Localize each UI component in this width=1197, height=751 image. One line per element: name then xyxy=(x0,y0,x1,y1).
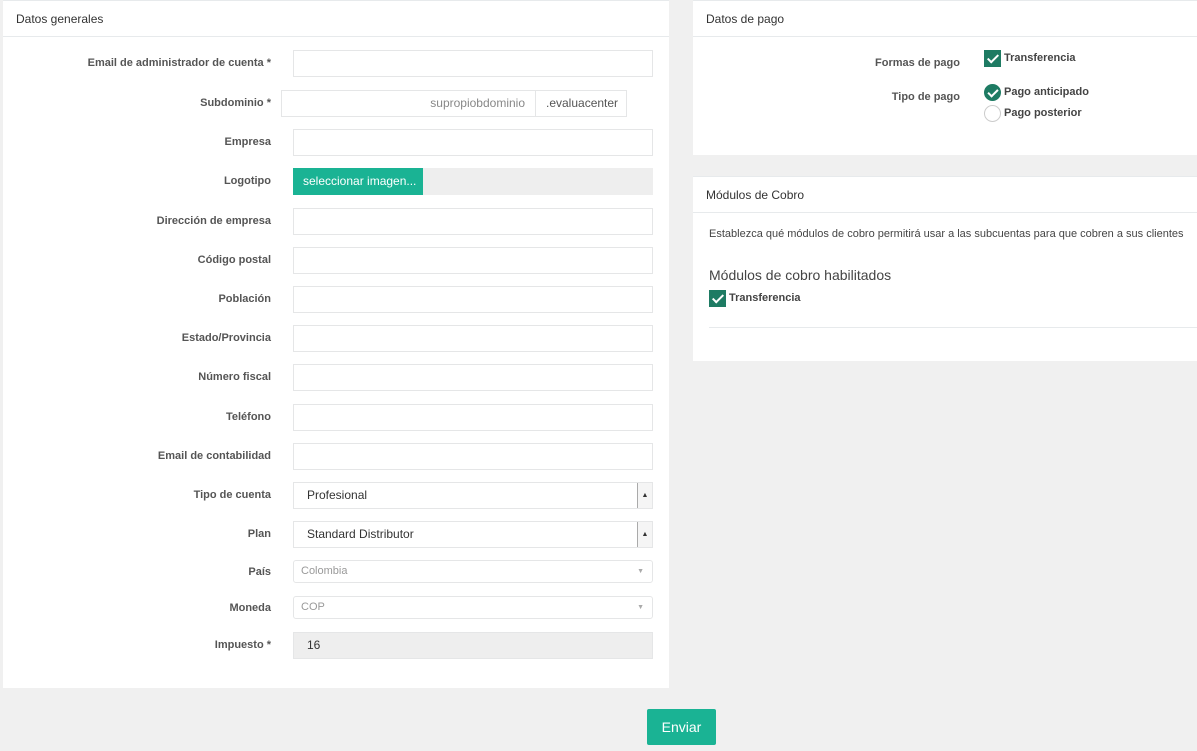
payment-type-later-label: Pago posterior xyxy=(1004,107,1082,119)
chevron-down-icon: ▼ xyxy=(637,568,644,575)
tax-row: Impuesto * 16 xyxy=(3,632,669,659)
country-select[interactable]: Colombia ▼ xyxy=(293,560,653,583)
billing-modules-title: Módulos de Cobro xyxy=(693,176,1197,213)
logo-label: Logotipo xyxy=(223,175,271,187)
phone-input[interactable] xyxy=(293,404,653,431)
company-label: Empresa xyxy=(224,136,271,148)
tax-number-input[interactable] xyxy=(293,364,653,391)
city-row: Población xyxy=(3,286,669,313)
accounting-email-input[interactable] xyxy=(293,443,653,470)
address-label: Dirección de empresa xyxy=(156,215,271,227)
plan-row: Plan Standard Distributor ▲ xyxy=(3,521,669,548)
billing-modules-description: Establezca qué módulos de cobro permitir… xyxy=(709,228,1184,240)
checkbox-checked-icon[interactable] xyxy=(709,290,726,307)
company-input[interactable] xyxy=(293,129,653,156)
phone-label: Teléfono xyxy=(225,411,271,423)
module-transfer[interactable]: Transferencia xyxy=(709,290,801,307)
email-admin-row: Email de administrador de cuenta * xyxy=(3,50,669,77)
chevron-down-icon: ▼ xyxy=(637,604,644,611)
plan-value: Standard Distributor xyxy=(307,527,414,541)
phone-row: Teléfono xyxy=(3,404,669,431)
radio-checked-icon[interactable] xyxy=(984,84,1001,101)
general-data-title: Datos generales xyxy=(3,0,669,37)
payment-methods-label: Formas de pago xyxy=(875,57,960,69)
plan-label: Plan xyxy=(247,528,271,540)
logo-file-input[interactable]: seleccionar imagen... xyxy=(293,168,653,195)
currency-value: COP xyxy=(301,601,325,613)
select-image-button[interactable]: seleccionar imagen... xyxy=(293,168,423,195)
account-type-select[interactable]: Profesional ▲ xyxy=(293,482,653,509)
postal-row: Código postal xyxy=(3,247,669,274)
subdomain-suffix: .evaluacenter xyxy=(535,90,627,117)
account-type-row: Tipo de cuenta Profesional ▲ xyxy=(3,482,669,509)
country-value: Colombia xyxy=(301,565,348,577)
accounting-email-row: Email de contabilidad xyxy=(3,443,669,470)
radio-unchecked-icon[interactable] xyxy=(984,105,1001,122)
billing-modules-panel: Módulos de Cobro Establezca qué módulos … xyxy=(693,176,1197,361)
email-admin-input[interactable] xyxy=(293,50,653,77)
dropdown-arrow-icon[interactable]: ▲ xyxy=(637,483,652,508)
enabled-modules-heading: Módulos de cobro habilitados xyxy=(709,267,892,283)
address-row: Dirección de empresa xyxy=(3,208,669,235)
state-input[interactable] xyxy=(293,325,653,352)
postal-input[interactable] xyxy=(293,247,653,274)
payment-data-title: Datos de pago xyxy=(693,0,1197,37)
subdomain-row: Subdominio * supropiobdominio .evaluacen… xyxy=(3,90,669,117)
tax-number-row: Número fiscal xyxy=(3,364,669,391)
currency-row: Moneda COP ▼ xyxy=(3,596,669,623)
country-label: País xyxy=(248,566,271,578)
state-label: Estado/Provincia xyxy=(181,332,271,344)
country-row: País Colombia ▼ xyxy=(3,560,669,587)
currency-label: Moneda xyxy=(229,602,271,614)
tax-input[interactable]: 16 xyxy=(293,632,653,659)
payment-type-later[interactable]: Pago posterior xyxy=(984,105,1082,122)
email-admin-label: Email de administrador de cuenta * xyxy=(87,57,271,69)
divider xyxy=(709,327,1197,328)
dropdown-arrow-icon[interactable]: ▲ xyxy=(637,522,652,547)
subdomain-input[interactable]: supropiobdominio xyxy=(281,90,536,117)
address-input[interactable] xyxy=(293,208,653,235)
payment-type-advance[interactable]: Pago anticipado xyxy=(984,84,1089,101)
subdomain-label: Subdominio * xyxy=(200,97,271,109)
currency-select[interactable]: COP ▼ xyxy=(293,596,653,619)
submit-button[interactable]: Enviar xyxy=(647,709,716,745)
account-type-value: Profesional xyxy=(307,488,368,502)
payment-data-panel: Datos de pago Formas de pago Transferenc… xyxy=(693,0,1197,155)
tax-number-label: Número fiscal xyxy=(198,371,271,383)
tax-label: Impuesto * xyxy=(214,639,271,651)
payment-type-advance-label: Pago anticipado xyxy=(1004,86,1089,98)
city-label: Población xyxy=(218,293,271,305)
plan-select[interactable]: Standard Distributor ▲ xyxy=(293,521,653,548)
city-input[interactable] xyxy=(293,286,653,313)
checkbox-checked-icon[interactable] xyxy=(984,50,1001,67)
payment-method-transfer-label: Transferencia xyxy=(1004,52,1076,64)
company-row: Empresa xyxy=(3,129,669,156)
payment-type-label: Tipo de pago xyxy=(891,91,960,103)
module-transfer-label: Transferencia xyxy=(729,292,801,304)
state-row: Estado/Provincia xyxy=(3,325,669,352)
postal-label: Código postal xyxy=(197,254,271,266)
accounting-email-label: Email de contabilidad xyxy=(157,450,271,462)
payment-method-transfer[interactable]: Transferencia xyxy=(984,50,1076,67)
general-data-panel: Datos generales Email de administrador d… xyxy=(3,0,669,688)
account-type-label: Tipo de cuenta xyxy=(193,489,271,501)
logo-row: Logotipo seleccionar imagen... xyxy=(3,168,669,195)
